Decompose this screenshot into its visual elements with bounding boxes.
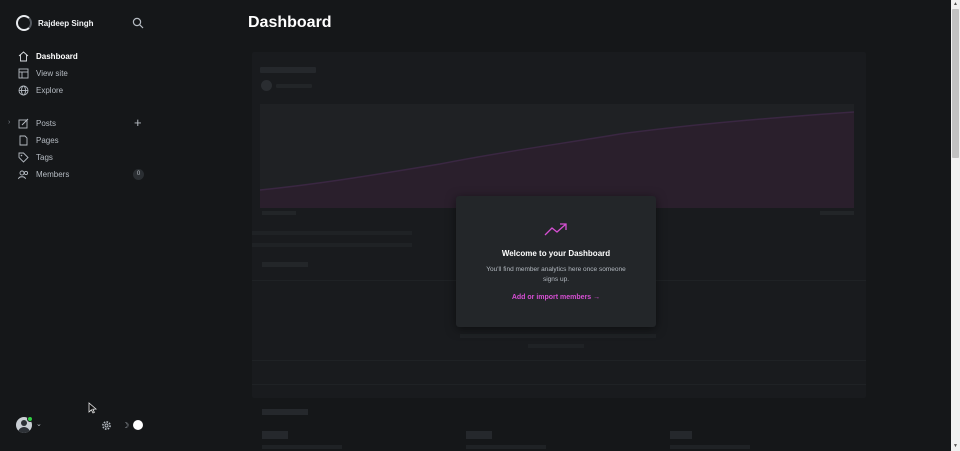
nav-posts-label: Posts [36,119,57,128]
tag-icon [18,152,29,163]
nav-view-site-label: View site [36,69,68,78]
nav-dashboard[interactable]: Dashboard [0,48,160,65]
placeholder-badge [261,80,272,91]
welcome-text: You'll find member analytics here once s… [486,266,626,283]
placeholder-caption-2 [528,344,584,348]
chevron-right-icon[interactable]: › [8,119,10,126]
gear-icon[interactable] [101,420,112,431]
placeholder-stat-1 [262,431,288,439]
placeholder-stat-label-3 [670,445,750,449]
members-icon [18,170,29,180]
site-logo-icon [16,15,32,31]
new-post-icon[interactable]: + [134,116,142,129]
placeholder-stat-3 [670,431,692,439]
nav-members[interactable]: Members 0 [0,166,160,183]
chevron-down-icon[interactable]: ⌄ [36,420,42,428]
trending-up-icon [544,223,567,236]
scrollbar[interactable]: ▲ ▼ [951,0,960,451]
site-name: Rajdeep Singh [38,18,94,28]
placeholder-divider-2 [252,360,866,361]
mouse-cursor-icon [88,402,97,414]
nav-tags[interactable]: Tags [0,149,160,166]
placeholder-chart [260,104,854,208]
nav-dashboard-label: Dashboard [36,52,78,61]
placeholder-axis-end [820,211,854,215]
nav-tags-label: Tags [36,153,53,162]
placeholder-heading [260,67,316,73]
nav-explore[interactable]: Explore [0,82,160,99]
nav-view-site[interactable]: View site [0,65,160,82]
toggle-knob [133,420,143,430]
placeholder-subheading [262,262,308,267]
moon-icon: ☽ [122,421,130,430]
pencil-icon [18,118,29,129]
globe-icon [18,85,29,96]
placeholder-stat-label-2 [466,445,546,449]
welcome-title: Welcome to your Dashboard [501,249,611,258]
page-title: Dashboard [248,14,332,31]
placeholder-line-1 [252,231,412,235]
placeholder-stat-2 [466,431,492,439]
page-icon [19,135,28,146]
members-count-badge: 0 [133,169,144,180]
scroll-down-icon[interactable]: ▼ [951,443,960,450]
online-status-dot [27,416,33,422]
placeholder-axis-start [262,211,296,215]
placeholder-stat-label-1 [262,445,342,449]
placeholder-engagement-title [262,409,308,415]
dark-mode-toggle[interactable]: ☽ [122,420,143,431]
sidebar-footer: ⌄ ☽ [16,416,156,436]
nav-pages-label: Pages [36,136,59,145]
placeholder-engagement [252,400,866,451]
placeholder-line-2 [252,243,412,247]
home-icon [18,51,29,62]
nav-explore-label: Explore [36,86,64,95]
placeholder-divider-3 [252,384,866,385]
placeholder-caption-1 [460,334,656,338]
welcome-card: Welcome to your Dashboard You'll find me… [456,196,656,327]
scroll-up-icon[interactable]: ▲ [951,1,960,8]
nav-members-label: Members [36,170,70,179]
search-icon[interactable] [132,17,144,29]
nav-posts[interactable]: › Posts + [0,115,160,132]
placeholder-subtext [276,84,312,88]
scroll-thumb[interactable] [952,9,959,158]
nav-pages[interactable]: Pages [0,132,160,149]
layout-icon [18,68,29,79]
site-brand[interactable]: Rajdeep Singh [16,15,94,31]
sidebar: Rajdeep Singh Dashboard View site Explor… [0,0,160,451]
add-members-link[interactable]: Add or import members → [456,294,656,301]
